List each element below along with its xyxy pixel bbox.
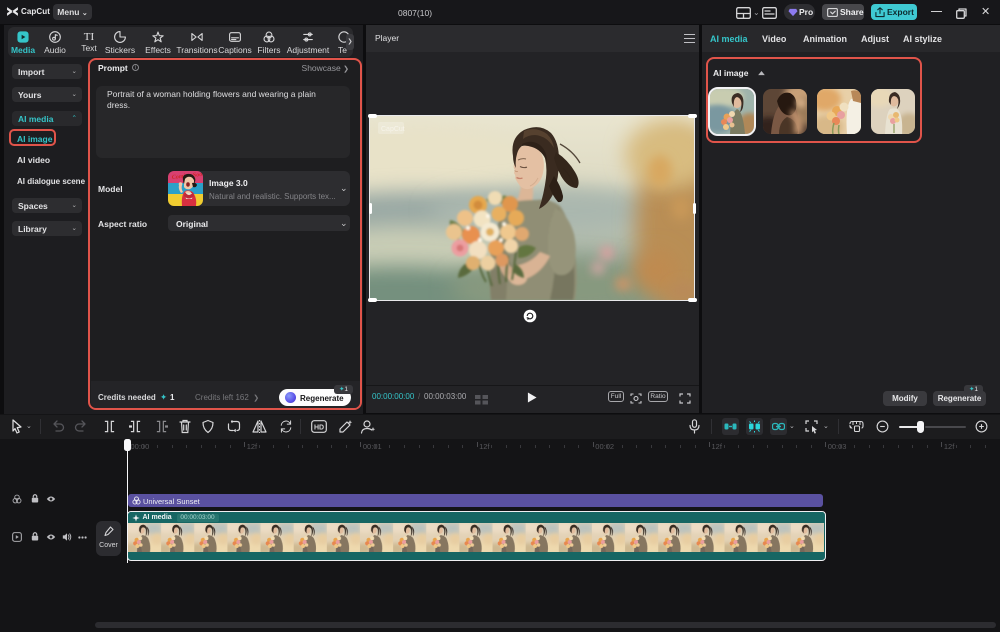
svg-text:CapCut: CapCut [381,126,405,133]
svg-text:HD: HD [314,425,324,432]
